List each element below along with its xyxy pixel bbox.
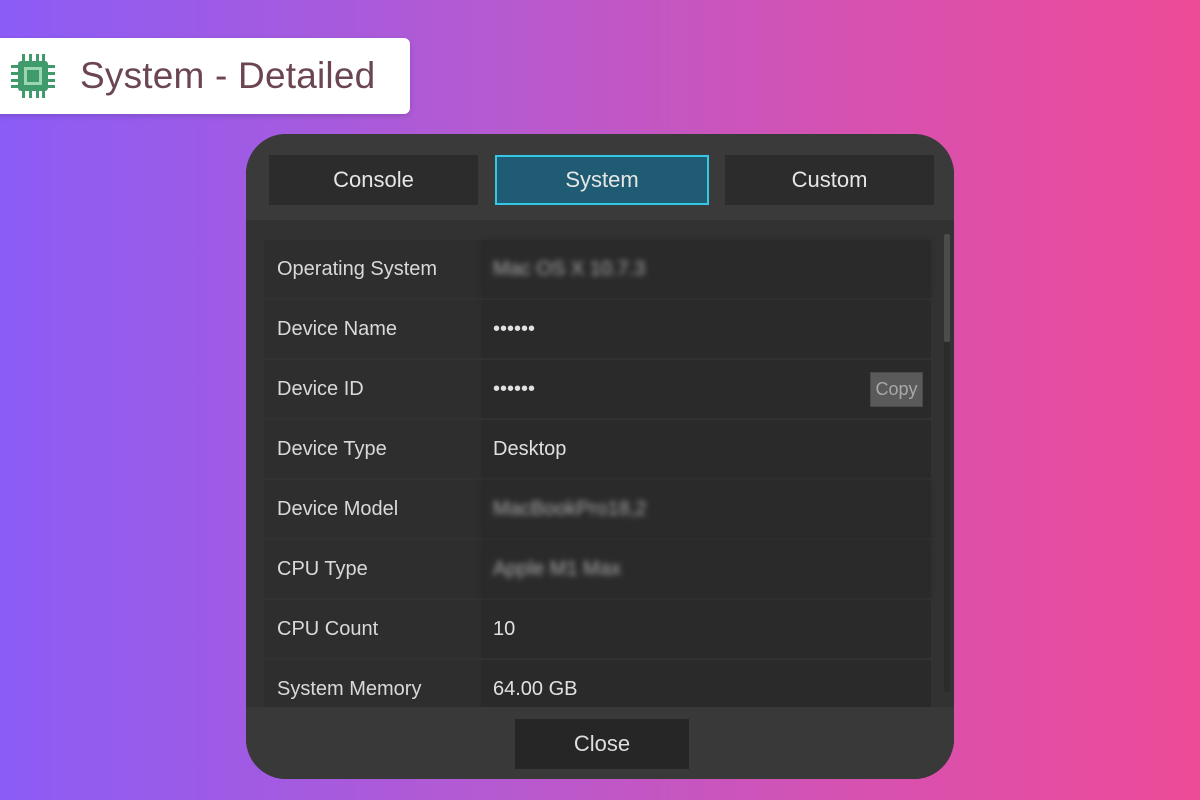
page-title-chip: System - Detailed: [0, 38, 410, 114]
row-value-device-name: ••••••: [481, 300, 931, 358]
row-value-cpu-count: 10: [481, 600, 931, 658]
tab-console[interactable]: Console: [269, 155, 478, 205]
table-row: System Memory 64.00 GB: [264, 660, 931, 707]
table-row: Device Type Desktop: [264, 420, 931, 478]
tab-system[interactable]: System: [495, 155, 709, 205]
system-info-panel[interactable]: Operating System Mac OS X 10.7.3 Device …: [246, 220, 954, 707]
tab-custom[interactable]: Custom: [725, 155, 934, 205]
row-label-cpu-count: CPU Count: [264, 600, 481, 658]
cpu-chip-icon: [11, 54, 55, 98]
row-label-device-model: Device Model: [264, 480, 481, 538]
row-label-operating-system: Operating System: [264, 240, 481, 298]
table-row: Device ID •••••• Copy: [264, 360, 931, 418]
copy-button[interactable]: Copy: [870, 372, 923, 407]
row-value-device-id: ••••••: [493, 377, 536, 400]
row-value-cpu-type: Apple M1 Max: [481, 540, 931, 598]
table-row: CPU Count 10: [264, 600, 931, 658]
row-label-device-type: Device Type: [264, 420, 481, 478]
scrollbar-thumb[interactable]: [944, 234, 950, 342]
row-label-device-name: Device Name: [264, 300, 481, 358]
row-value-operating-system: Mac OS X 10.7.3: [481, 240, 931, 298]
vertical-scrollbar[interactable]: [944, 234, 950, 692]
tab-bar: Console System Custom: [246, 134, 954, 220]
close-button[interactable]: Close: [515, 719, 689, 769]
page-title: System - Detailed: [80, 55, 376, 96]
row-value-device-type: Desktop: [481, 420, 931, 478]
system-info-window: Console System Custom Operating System M…: [246, 134, 954, 779]
table-row: Device Name ••••••: [264, 300, 931, 358]
table-row: CPU Type Apple M1 Max: [264, 540, 931, 598]
system-info-table: Operating System Mac OS X 10.7.3 Device …: [264, 240, 931, 707]
table-row: Operating System Mac OS X 10.7.3: [264, 240, 931, 298]
row-value-device-id-cell: •••••• Copy: [481, 360, 931, 418]
row-value-device-model: MacBookPro18,2: [481, 480, 931, 538]
row-label-cpu-type: CPU Type: [264, 540, 481, 598]
row-label-device-id: Device ID: [264, 360, 481, 418]
row-value-system-memory: 64.00 GB: [481, 660, 931, 707]
row-label-system-memory: System Memory: [264, 660, 481, 707]
footer-bar: Close: [246, 707, 954, 779]
table-row: Device Model MacBookPro18,2: [264, 480, 931, 538]
